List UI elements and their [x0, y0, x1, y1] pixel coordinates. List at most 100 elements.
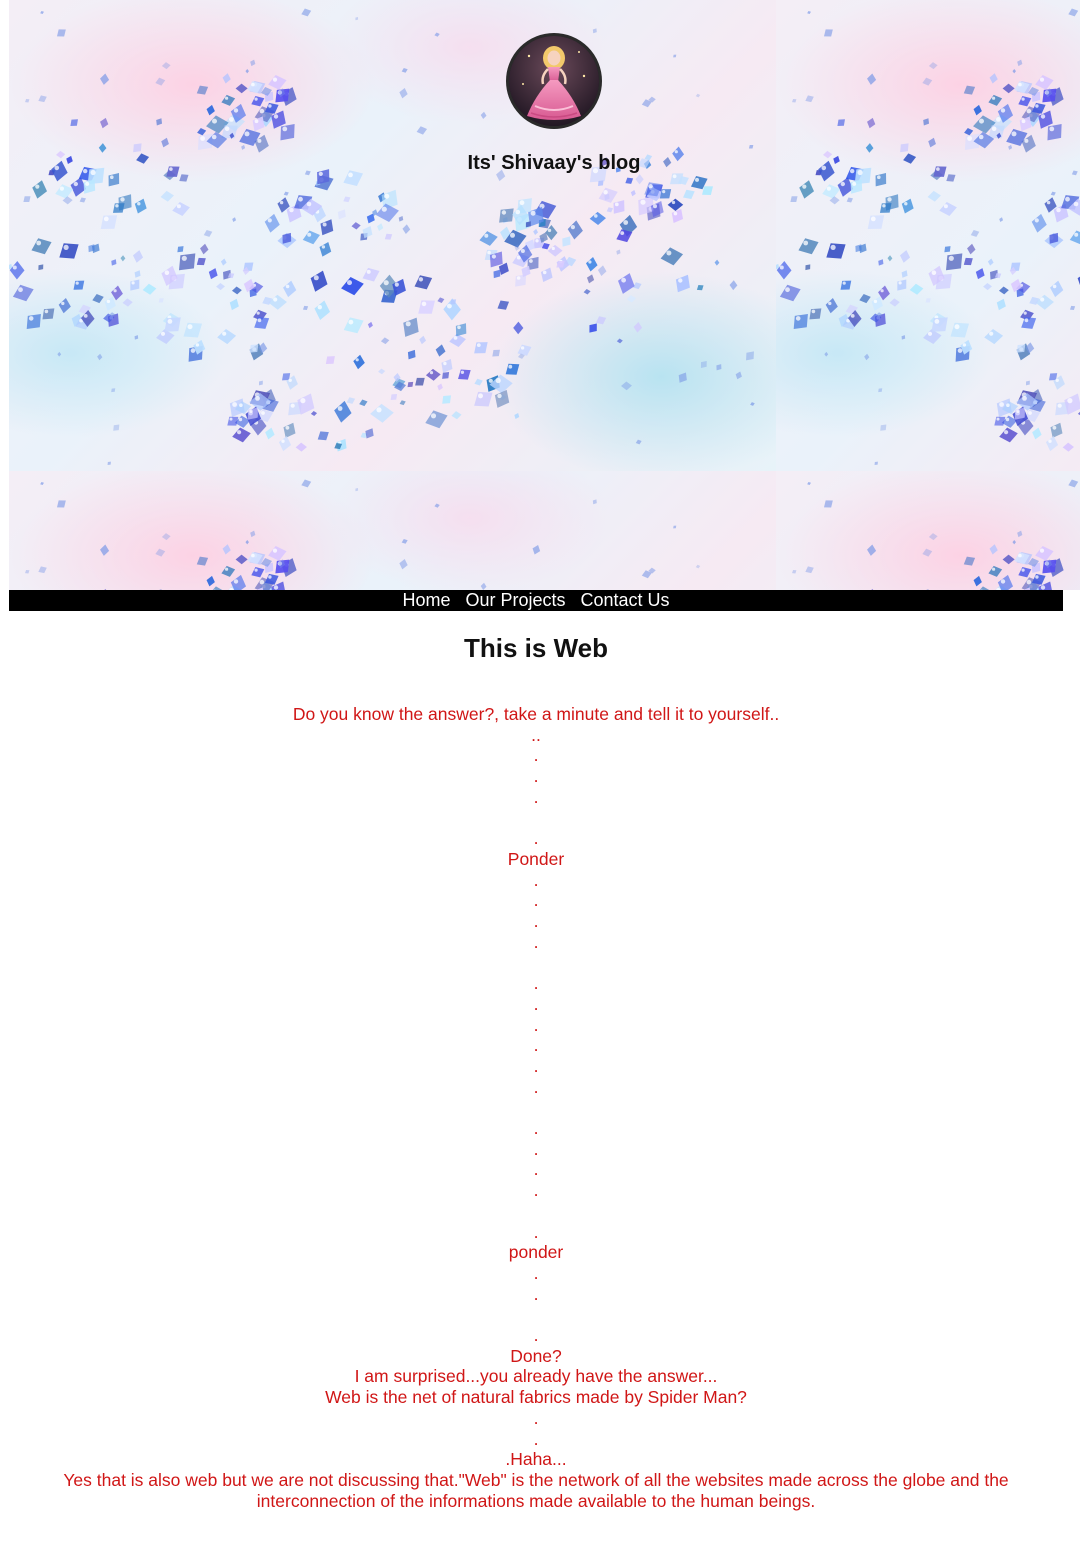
crystal-decoration — [989, 544, 998, 555]
crystal-highlight — [1052, 425, 1057, 430]
crystal-decoration — [626, 295, 637, 303]
post-line: . — [533, 1138, 539, 1159]
crystal-decoration — [177, 246, 184, 253]
crystal-highlight — [306, 201, 312, 207]
crystal-highlight — [376, 407, 382, 413]
crystal-decoration — [196, 556, 209, 566]
crystal-highlight — [272, 548, 278, 553]
crystal-highlight — [520, 249, 525, 253]
crystal-highlight — [978, 134, 984, 140]
crystal-highlight — [225, 96, 229, 100]
crystal-decoration — [989, 73, 998, 84]
crystal-highlight — [1039, 77, 1045, 82]
nav-link-home[interactable]: Home — [402, 590, 450, 611]
crystal-decoration — [859, 293, 871, 304]
crystal-decoration — [1008, 144, 1013, 150]
crystal-highlight — [321, 245, 326, 249]
crystal-decoration — [489, 374, 513, 394]
crystal-highlight — [421, 301, 427, 307]
crystal-decoration — [399, 559, 408, 570]
crystal-highlight — [547, 228, 552, 233]
crystal-highlight — [103, 216, 109, 222]
crystal-highlight — [167, 319, 173, 324]
crystal-highlight — [535, 239, 539, 243]
crystal-highlight — [347, 280, 352, 286]
crystal-decoration — [399, 400, 406, 406]
crystal-highlight — [678, 278, 683, 283]
crystal-highlight — [394, 282, 399, 287]
crystal-decoration — [505, 363, 520, 375]
crystal-decoration — [633, 322, 643, 333]
blog-title[interactable]: Its' Shivaay's blog — [9, 152, 1080, 175]
crystal-decoration — [901, 198, 914, 214]
post-line: . — [533, 1055, 539, 1076]
crystal-decoration — [586, 274, 595, 284]
crystal-decoration — [310, 411, 318, 416]
crystal-highlight — [671, 200, 676, 205]
crystal-decoration — [999, 427, 1018, 443]
crystal-highlight — [1021, 119, 1026, 124]
crystal-decoration — [222, 544, 231, 555]
crystal-highlight — [515, 209, 521, 215]
nav-link-contact-us[interactable]: Contact Us — [581, 590, 670, 611]
crystal-decoration — [40, 482, 44, 486]
post-line: . — [533, 1283, 539, 1304]
crystal-highlight — [943, 204, 948, 209]
crystal-decoration — [325, 356, 335, 365]
crystal-decoration — [302, 230, 320, 245]
nav-link-our-projects[interactable]: Our Projects — [465, 590, 565, 611]
crystal-decoration — [735, 371, 742, 380]
crystal-highlight — [934, 319, 940, 324]
crystal-highlight — [927, 331, 933, 336]
crystal-highlight — [476, 343, 481, 347]
crystal-highlight — [962, 343, 967, 347]
crystal-decoration — [901, 335, 906, 340]
post-line: Do you know the answer?, take a minute a… — [292, 704, 780, 724]
crystal-highlight — [1004, 430, 1009, 435]
crystal-decoration — [100, 73, 110, 85]
crystal-decoration — [480, 111, 487, 119]
crystal-decoration — [597, 265, 607, 277]
crystal-decoration — [700, 360, 707, 369]
crystal-decoration — [414, 275, 433, 290]
crystal-highlight — [640, 199, 646, 205]
post-line: . — [533, 1076, 539, 1097]
crystal-decoration — [278, 435, 292, 452]
crystal-highlight — [957, 348, 963, 353]
crystal-highlight — [322, 222, 327, 227]
crystal-highlight — [551, 246, 555, 251]
crystal-highlight — [381, 206, 387, 212]
crystal-highlight — [249, 409, 253, 413]
crystal-highlight — [887, 197, 892, 202]
crystal-highlight — [224, 126, 230, 131]
crystal-decoration — [1025, 380, 1030, 386]
crystal-highlight — [405, 321, 411, 327]
crystal-decoration — [100, 544, 110, 556]
crystal-highlight — [1018, 553, 1022, 558]
profile-avatar[interactable] — [506, 33, 602, 129]
crystal-highlight — [1000, 579, 1006, 584]
post-body: Do you know the answer?, take a minute a… — [0, 704, 1072, 1511]
crystal-decoration — [750, 402, 755, 406]
crystal-highlight — [261, 411, 265, 415]
crystal-highlight — [1055, 378, 1059, 382]
crystal-decoration — [434, 503, 440, 508]
crystal-highlight — [355, 358, 359, 362]
crystal-decoration — [1050, 191, 1056, 196]
crystal-decoration — [302, 305, 309, 310]
post-line: . — [533, 828, 539, 849]
post-line: ponder — [508, 1242, 564, 1263]
crystal-decoration — [585, 256, 598, 272]
crystal-decoration — [837, 119, 845, 127]
crystal-decoration — [355, 487, 359, 492]
crystal-decoration — [23, 196, 31, 202]
crystal-decoration — [809, 308, 822, 320]
crystal-highlight — [232, 402, 238, 407]
crystal-decoration — [250, 530, 256, 538]
crystal-decoration — [517, 344, 532, 356]
crystal-decoration — [630, 189, 636, 197]
crystal-highlight — [1023, 311, 1027, 315]
crystal-highlight — [176, 204, 181, 209]
crystal-decoration — [220, 258, 227, 266]
crystal-highlight — [621, 277, 626, 283]
